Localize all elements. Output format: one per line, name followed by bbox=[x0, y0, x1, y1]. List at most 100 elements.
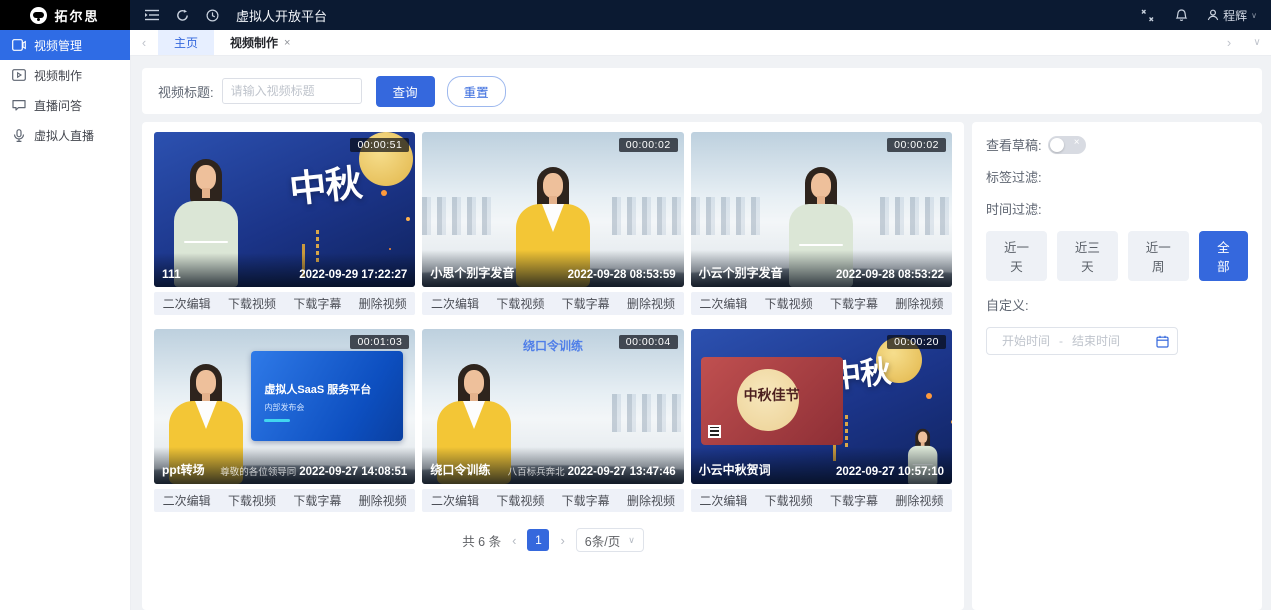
duration-badge: 00:00:02 bbox=[887, 138, 946, 152]
video-timestamp: 2022-09-28 08:53:22 bbox=[836, 269, 944, 281]
tab-home[interactable]: 主页 bbox=[158, 30, 214, 55]
user-name: 程辉 bbox=[1223, 7, 1247, 24]
video-thumbnail[interactable]: 中秋 中秋佳节 bbox=[691, 329, 952, 484]
download-subtitles-link[interactable]: 下载字幕 bbox=[285, 295, 350, 312]
history-clock-icon bbox=[204, 7, 220, 23]
fullscreen-icon[interactable] bbox=[1139, 7, 1155, 23]
collapse-sidebar-icon[interactable] bbox=[144, 7, 160, 23]
duration-badge: 00:01:03 bbox=[350, 335, 409, 349]
video-title: ppt转场 bbox=[162, 461, 220, 478]
tabs-scroll-left-icon[interactable]: ‹ bbox=[130, 30, 158, 55]
slide-title: 虚拟人SaaS 服务平台 bbox=[264, 381, 403, 397]
edit-again-link[interactable]: 二次编辑 bbox=[691, 492, 756, 509]
delete-video-link[interactable]: 删除视频 bbox=[887, 492, 952, 509]
video-thumbnail[interactable]: 00:00:02 小思个别字发音 2022-09-28 08:53:59 bbox=[422, 132, 683, 287]
sidebar-item-label: 视频制作 bbox=[34, 67, 82, 84]
video-timestamp: 2022-09-29 17:22:27 bbox=[299, 269, 407, 281]
end-date-input[interactable] bbox=[1065, 334, 1127, 348]
delete-video-link[interactable]: 删除视频 bbox=[618, 492, 683, 509]
download-subtitles-link[interactable]: 下载字幕 bbox=[821, 492, 886, 509]
total-count: 共 6 条 bbox=[462, 531, 501, 550]
skyline-art bbox=[691, 197, 763, 235]
edit-again-link[interactable]: 二次编辑 bbox=[154, 295, 219, 312]
time-filter-last-week-button[interactable]: 近一周 bbox=[1128, 231, 1189, 281]
video-timestamp: 2022-09-28 08:53:59 bbox=[568, 269, 676, 281]
video-list-panel: 中秋 00:00:51 111 2022-09-29 17:22:27 bbox=[142, 122, 964, 610]
page-number-button[interactable]: 1 bbox=[527, 529, 549, 551]
video-title: 小云中秋贺词 bbox=[699, 461, 836, 478]
notifications-bell-icon[interactable] bbox=[1173, 7, 1189, 23]
video-thumbnail[interactable]: 绕口令训练 00:00:04 绕口令训练 八百标兵奔 bbox=[422, 329, 683, 484]
sidebar-item-label: 虚拟人直播 bbox=[34, 127, 94, 144]
date-range-separator: - bbox=[1057, 334, 1065, 348]
inset-text: 中秋佳节 bbox=[701, 385, 843, 405]
reset-button[interactable]: 重置 bbox=[447, 76, 506, 107]
select-chevron-down-icon: ∨ bbox=[628, 535, 635, 546]
page-title: 虚拟人开放平台 bbox=[236, 6, 327, 25]
sidebar-item-video-production[interactable]: 视频制作 bbox=[0, 60, 130, 90]
refresh-icon[interactable] bbox=[174, 7, 190, 23]
delete-video-link[interactable]: 删除视频 bbox=[350, 492, 415, 509]
calendar-icon[interactable] bbox=[1156, 335, 1169, 348]
time-filter-all-button[interactable]: 全部 bbox=[1199, 231, 1248, 281]
video-card: 绕口令训练 00:00:04 绕口令训练 八百标兵奔 bbox=[422, 329, 683, 512]
edit-again-link[interactable]: 二次编辑 bbox=[691, 295, 756, 312]
download-video-link[interactable]: 下载视频 bbox=[219, 295, 284, 312]
card-actions: 二次编辑 下载视频 下载字幕 删除视频 bbox=[691, 489, 952, 512]
video-timestamp: 2022-09-27 10:57:10 bbox=[836, 466, 944, 478]
video-thumbnail[interactable]: 00:00:02 小云个别字发音 2022-09-28 08:53:22 bbox=[691, 132, 952, 287]
video-title-input[interactable] bbox=[222, 78, 362, 104]
download-subtitles-link[interactable]: 下载字幕 bbox=[285, 492, 350, 509]
sidebar-item-virtual-human-live[interactable]: 虚拟人直播 bbox=[0, 120, 130, 150]
delete-video-link[interactable]: 删除视频 bbox=[618, 295, 683, 312]
download-subtitles-link[interactable]: 下载字幕 bbox=[553, 492, 618, 509]
gold-text-art bbox=[845, 415, 848, 449]
download-video-link[interactable]: 下载视频 bbox=[756, 492, 821, 509]
download-video-link[interactable]: 下载视频 bbox=[488, 295, 553, 312]
query-button[interactable]: 查询 bbox=[376, 76, 435, 107]
sidebar: 视频管理 视频制作 直播问答 虚拟人直播 bbox=[0, 30, 130, 610]
download-subtitles-link[interactable]: 下载字幕 bbox=[821, 295, 886, 312]
delete-video-link[interactable]: 删除视频 bbox=[350, 295, 415, 312]
view-draft-toggle[interactable]: × bbox=[1048, 136, 1086, 154]
video-title: 绕口令训练 bbox=[430, 461, 507, 478]
sidebar-item-video-management[interactable]: 视频管理 bbox=[0, 30, 130, 60]
start-date-input[interactable] bbox=[995, 334, 1057, 348]
logo: 拓尔思 bbox=[0, 0, 130, 30]
tab-close-icon[interactable]: × bbox=[284, 37, 290, 49]
date-range-picker[interactable]: - bbox=[986, 327, 1178, 355]
tabs-scroll-right-icon[interactable]: › bbox=[1215, 30, 1243, 55]
next-page-icon[interactable]: › bbox=[558, 533, 566, 548]
tab-video-production[interactable]: 视频制作 × bbox=[214, 30, 306, 55]
lanterns-art bbox=[381, 190, 387, 196]
edit-again-link[interactable]: 二次编辑 bbox=[422, 295, 487, 312]
download-video-link[interactable]: 下载视频 bbox=[219, 492, 284, 509]
video-thumbnail[interactable]: 中秋 00:00:51 111 2022-09-29 17:22:27 bbox=[154, 132, 415, 287]
download-video-link[interactable]: 下载视频 bbox=[488, 492, 553, 509]
filter-panel: 查看草稿: × 标签过滤: 时间过滤: bbox=[972, 122, 1262, 610]
page-size-select[interactable]: 6条/页 ∨ bbox=[576, 528, 644, 552]
edit-again-link[interactable]: 二次编辑 bbox=[154, 492, 219, 509]
card-actions: 二次编辑 下载视频 下载字幕 删除视频 bbox=[422, 292, 683, 315]
video-card: 00:00:02 小云个别字发音 2022-09-28 08:53:22 二次编… bbox=[691, 132, 952, 315]
time-filter-last-day-button[interactable]: 近一天 bbox=[986, 231, 1047, 281]
edit-again-link[interactable]: 二次编辑 bbox=[422, 492, 487, 509]
ppt-slide-art: 虚拟人SaaS 服务平台 内部发布会 bbox=[251, 351, 403, 441]
user-menu[interactable]: 程辉 ∨ bbox=[1207, 7, 1257, 24]
video-timestamp: 2022-09-27 14:08:51 bbox=[299, 466, 407, 478]
prev-page-icon[interactable]: ‹ bbox=[510, 533, 518, 548]
video-thumbnail[interactable]: 虚拟人SaaS 服务平台 内部发布会 00:01:03 bbox=[154, 329, 415, 484]
download-video-link[interactable]: 下载视频 bbox=[756, 295, 821, 312]
delete-video-link[interactable]: 删除视频 bbox=[887, 295, 952, 312]
time-filter-label: 时间过滤: bbox=[986, 199, 1042, 218]
card-actions: 二次编辑 下载视频 下载字幕 删除视频 bbox=[154, 489, 415, 512]
duration-badge: 00:00:04 bbox=[619, 335, 678, 349]
user-chevron-down-icon: ∨ bbox=[1251, 11, 1257, 20]
time-filter-last-3-days-button[interactable]: 近三天 bbox=[1057, 231, 1118, 281]
skyline-art bbox=[612, 394, 684, 432]
tabs-menu-chevron-down-icon[interactable]: ∨ bbox=[1243, 30, 1271, 55]
download-subtitles-link[interactable]: 下载字幕 bbox=[553, 295, 618, 312]
video-card: 中秋 00:00:51 111 2022-09-29 17:22:27 bbox=[154, 132, 415, 315]
sidebar-item-live-qa[interactable]: 直播问答 bbox=[0, 90, 130, 120]
tag-filter-label: 标签过滤: bbox=[986, 167, 1042, 186]
